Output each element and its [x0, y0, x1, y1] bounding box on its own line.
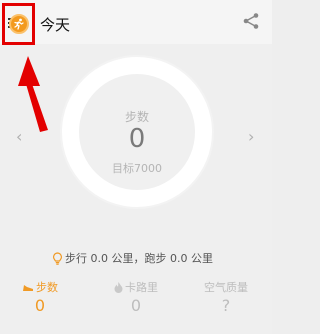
stat-value: 0: [34, 296, 46, 315]
step-goal: 目标7000: [112, 162, 162, 175]
prev-day-button[interactable]: ‹: [16, 127, 22, 146]
shoe-icon: [23, 284, 33, 291]
page-title: 今天: [40, 16, 71, 34]
distance-summary-text: 步行 0.0 公里，跑步 0.0 公里: [65, 252, 213, 265]
stat-tab-calories[interactable]: 卡路里 0: [106, 280, 166, 315]
share-icon[interactable]: [242, 12, 260, 30]
step-ring: 步数 0 目标7000: [62, 57, 212, 207]
top-bar: 今天: [0, 0, 272, 45]
annotation-arrow-icon: [18, 56, 48, 132]
annotation-highlight-box: [2, 3, 35, 45]
flame-icon: [114, 281, 123, 293]
stat-value: ?: [221, 296, 231, 315]
steps-value: 0: [128, 124, 146, 154]
app-screen: 今天 ‹ › 步数 0 目标7000 步行 0.0 公里，跑步 0.0 公里 步…: [0, 0, 272, 334]
stat-value: 0: [130, 296, 142, 315]
next-day-button[interactable]: ›: [248, 127, 254, 146]
stat-label: 卡路里: [125, 281, 158, 294]
stat-label: 空气质量: [204, 281, 248, 294]
stat-tab-air-quality[interactable]: 空气质量 ?: [196, 280, 256, 315]
stats-row: 步数 0 卡路里 0 空气质量 ?: [0, 280, 272, 320]
distance-summary: 步行 0.0 公里，跑步 0.0 公里: [52, 250, 213, 266]
lightbulb-icon: [53, 251, 62, 265]
steps-label: 步数: [124, 110, 149, 124]
step-ring-inner: 步数 0 目标7000: [79, 74, 195, 190]
stat-label: 步数: [36, 281, 58, 294]
stat-tab-steps[interactable]: 步数 0: [10, 280, 70, 315]
